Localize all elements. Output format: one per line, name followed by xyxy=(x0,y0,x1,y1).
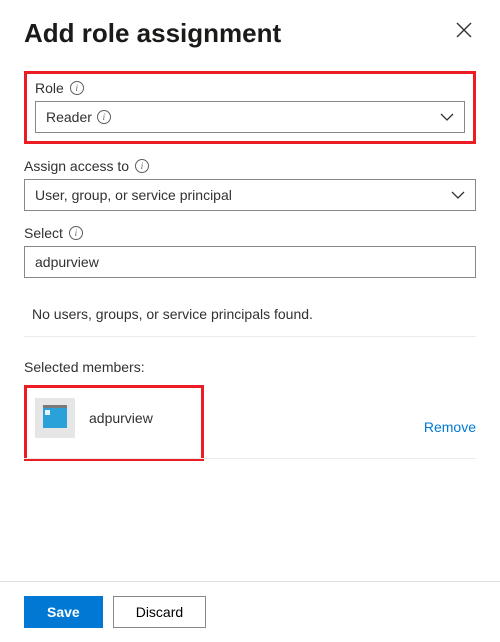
select-label: Select xyxy=(24,225,63,241)
panel-body: Role Reader Assign access to User, group… xyxy=(0,57,500,461)
select-label-row: Select xyxy=(24,225,476,241)
role-value-wrap: Reader xyxy=(46,109,111,125)
assign-access-group: Assign access to User, group, or service… xyxy=(24,158,476,211)
close-icon[interactable] xyxy=(452,18,476,46)
info-icon[interactable] xyxy=(70,81,84,95)
member-highlight: adpurview xyxy=(24,385,204,461)
empty-results: No users, groups, or service principals … xyxy=(24,302,476,337)
role-highlight: Role Reader xyxy=(24,71,476,144)
avatar xyxy=(35,398,75,438)
role-value: Reader xyxy=(46,109,92,125)
member-name: adpurview xyxy=(89,410,153,426)
panel-title: Add role assignment xyxy=(24,18,281,49)
info-icon[interactable] xyxy=(69,226,83,240)
info-icon[interactable] xyxy=(135,159,149,173)
list-item: adpurview xyxy=(35,398,193,438)
member-row-wrap: adpurview xyxy=(24,385,476,461)
divider xyxy=(24,458,476,459)
remove-button[interactable]: Remove xyxy=(424,419,476,435)
info-icon[interactable] xyxy=(97,110,111,124)
selected-members-label: Selected members: xyxy=(24,359,476,375)
panel-header: Add role assignment xyxy=(0,0,500,57)
select-input[interactable] xyxy=(24,246,476,278)
assign-access-label-row: Assign access to xyxy=(24,158,476,174)
app-icon xyxy=(43,408,67,428)
discard-button[interactable]: Discard xyxy=(113,596,206,628)
role-label-row: Role xyxy=(35,80,465,96)
select-group: Select xyxy=(24,225,476,278)
assign-access-label: Assign access to xyxy=(24,158,129,174)
assign-access-value: User, group, or service principal xyxy=(35,187,232,203)
assign-access-select[interactable]: User, group, or service principal xyxy=(24,179,476,211)
role-select[interactable]: Reader xyxy=(35,101,465,133)
chevron-down-icon xyxy=(451,190,465,200)
footer: Save Discard xyxy=(0,581,500,642)
role-label: Role xyxy=(35,80,64,96)
chevron-down-icon xyxy=(440,112,454,122)
save-button[interactable]: Save xyxy=(24,596,103,628)
